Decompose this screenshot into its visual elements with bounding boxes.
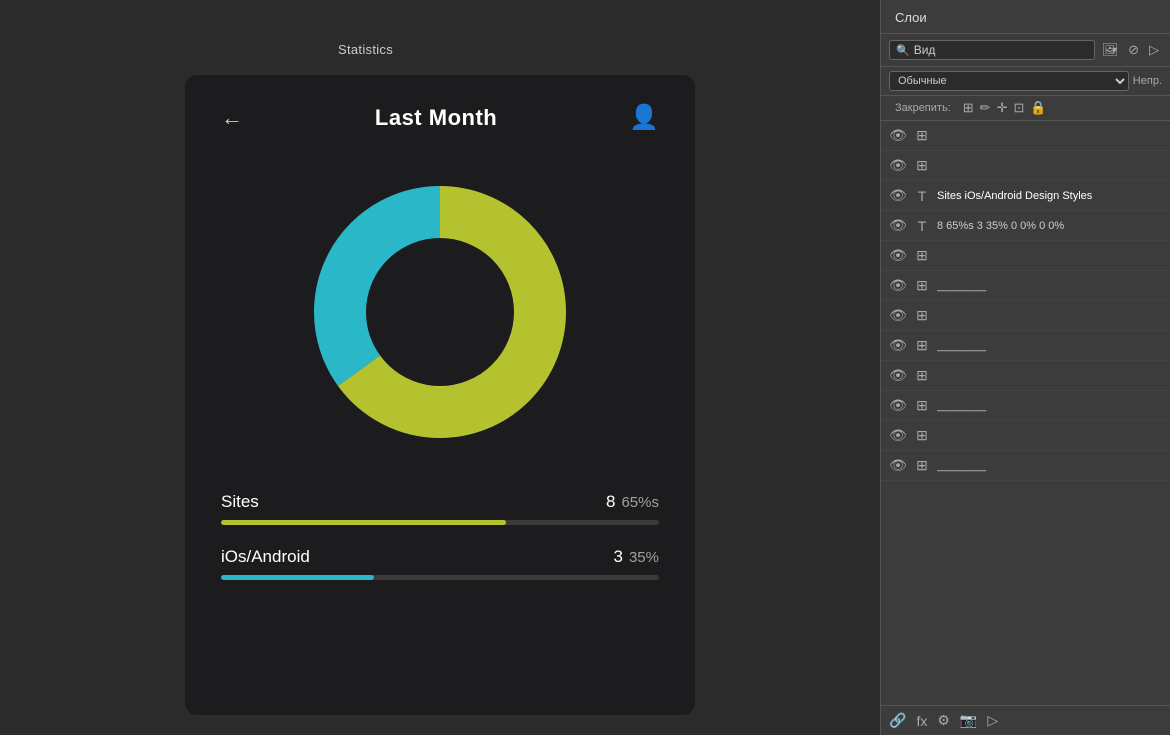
layer-item[interactable]: 👁 ⊞ (881, 301, 1170, 331)
progress-bar-sites-fill (221, 520, 506, 525)
layer-text-icon: T (913, 218, 931, 234)
fx-icon[interactable]: fx (916, 713, 927, 729)
layer-name: 8 65%s 3 35% 0 0% 0 0% (937, 220, 1162, 232)
stat-number-ios: 3 (614, 547, 623, 567)
stat-percent-ios: 35% (629, 549, 659, 566)
search-icon: 🔍 (896, 44, 910, 57)
layer-visibility-icon[interactable]: 👁 (889, 427, 907, 444)
layer-item[interactable]: 👁 ⊞ (881, 361, 1170, 391)
lock-pixels-icon[interactable]: ⊞ (963, 100, 974, 116)
user-icon[interactable]: 👤 (629, 103, 659, 132)
layer-item[interactable]: 👁 ⊞ ________ (881, 391, 1170, 421)
lock-label: Закрепить: (895, 102, 951, 114)
lock-move-icon[interactable]: ✛ (997, 100, 1008, 116)
layer-item[interactable]: 👁 ⊞ (881, 151, 1170, 181)
stat-header-ios: iOs/Android 3 35% (221, 547, 659, 567)
folder-icon[interactable]: ▷ (987, 712, 998, 729)
layer-name: ________ (937, 340, 1162, 352)
lock-all-icon[interactable]: 🔒 (1030, 100, 1046, 116)
layer-shape-icon: ⊞ (913, 247, 931, 264)
donut-chart (300, 172, 580, 452)
layers-second-row: Обычные Непр. (881, 67, 1170, 96)
layer-visibility-icon[interactable]: 👁 (889, 217, 907, 234)
blend-mode-dropdown[interactable]: Обычные (889, 71, 1129, 91)
lock-row: Закрепить: ⊞ ✏ ✛ ⊡ 🔒 (881, 96, 1170, 121)
layer-shape-icon: ⊞ (913, 157, 931, 174)
layer-visibility-icon[interactable]: 👁 (889, 397, 907, 414)
layer-visibility-icon[interactable]: 👁 (889, 277, 907, 294)
layer-name: ________ (937, 460, 1162, 472)
layers-panel-title: Слои (881, 0, 1170, 34)
phone-card: ← Last Month 👤 (185, 75, 695, 715)
lock-icons: ⊞ ✏ ✛ ⊡ 🔒 (963, 100, 1047, 116)
layers-panel: Слои 🔍 🖼 ⊘ ▷ Обычные Непр. Закрепить: ⊞ … (880, 0, 1170, 735)
layer-item[interactable]: 👁 ⊞ (881, 121, 1170, 151)
layer-text-icon: T (913, 188, 931, 204)
opacity-label: Непр. (1133, 75, 1162, 87)
layer-item[interactable]: 👁 T Sites iOs/Android Design Styles (881, 181, 1170, 211)
layer-shape-icon: ⊞ (913, 397, 931, 414)
layer-visibility-icon[interactable]: 👁 (889, 457, 907, 474)
layer-shape-icon: ⊞ (913, 427, 931, 444)
page-title: Last Month (375, 105, 497, 131)
layers-bottom: 🔗 fx ⚙ 📷 ▷ (881, 705, 1170, 735)
layers-toolbar: 🔍 🖼 ⊘ ▷ (881, 34, 1170, 67)
stats-section: Sites 8 65%s iOs/Android 3 35% (185, 482, 695, 632)
layer-visibility-icon[interactable]: 👁 (889, 337, 907, 354)
progress-bar-ios-fill (221, 575, 374, 580)
layer-item[interactable]: 👁 T 8 65%s 3 35% 0 0% 0 0% (881, 211, 1170, 241)
layer-shape-icon: ⊞ (913, 127, 931, 144)
layers-filter-icon[interactable]: ⊘ (1125, 40, 1142, 60)
stat-row-ios: iOs/Android 3 35% (221, 547, 659, 580)
stat-label-sites: Sites (221, 492, 259, 512)
card-header: ← Last Month 👤 (185, 75, 695, 152)
statistics-label: Statistics (338, 42, 393, 57)
layer-shape-icon: ⊞ (913, 367, 931, 384)
view-dropdown-wrap: 🖼 (1099, 40, 1122, 60)
progress-bar-sites-bg (221, 520, 659, 525)
layer-name: ________ (937, 400, 1162, 412)
stat-header-sites: Sites 8 65%s (221, 492, 659, 512)
layer-shape-icon: ⊞ (913, 337, 931, 354)
layer-name: Sites iOs/Android Design Styles (937, 190, 1162, 202)
stat-row-sites: Sites 8 65%s (221, 492, 659, 525)
layer-visibility-icon[interactable]: 👁 (889, 127, 907, 144)
donut-inner-circle (367, 239, 513, 385)
layers-search[interactable]: 🔍 (889, 40, 1095, 60)
stat-number-sites: 8 (606, 492, 615, 512)
back-button[interactable]: ← (221, 105, 243, 131)
canvas-area: Statistics ← Last Month 👤 (0, 0, 880, 735)
layer-item[interactable]: 👁 ⊞ (881, 241, 1170, 271)
layer-item[interactable]: 👁 ⊞ (881, 421, 1170, 451)
layer-shape-icon: ⊞ (913, 277, 931, 294)
layer-visibility-icon[interactable]: 👁 (889, 367, 907, 384)
lock-paint-icon[interactable]: ✏ (980, 100, 991, 116)
link-icon[interactable]: 🔗 (889, 712, 906, 729)
adjustment-icon[interactable]: ⚙ (937, 712, 950, 729)
layer-item[interactable]: 👁 ⊞ ________ (881, 331, 1170, 361)
layers-more-icon[interactable]: ▷ (1146, 40, 1162, 60)
layers-search-input[interactable] (914, 43, 1088, 57)
layer-visibility-icon[interactable]: 👁 (889, 307, 907, 324)
layer-shape-icon: ⊞ (913, 307, 931, 324)
layer-shape-icon: ⊞ (913, 457, 931, 474)
layer-visibility-icon[interactable]: 👁 (889, 157, 907, 174)
mask-icon[interactable]: 📷 (960, 712, 977, 729)
lock-artboard-icon[interactable]: ⊡ (1013, 100, 1024, 116)
stat-values-ios: 3 35% (614, 547, 660, 567)
layer-visibility-icon[interactable]: 👁 (889, 187, 907, 204)
stat-percent-sites: 65%s (621, 494, 659, 511)
layer-visibility-icon[interactable]: 👁 (889, 247, 907, 264)
stat-values-sites: 8 65%s (606, 492, 659, 512)
progress-bar-ios-bg (221, 575, 659, 580)
chart-area (185, 152, 695, 482)
layer-name: ________ (937, 280, 1162, 292)
layer-item[interactable]: 👁 ⊞ ________ (881, 271, 1170, 301)
layers-list: 👁 ⊞ 👁 ⊞ 👁 T Sites iOs/Android Design Sty… (881, 121, 1170, 705)
layer-item[interactable]: 👁 ⊞ ________ (881, 451, 1170, 481)
layers-image-icon[interactable]: 🖼 (1099, 40, 1122, 60)
stat-label-ios: iOs/Android (221, 547, 310, 567)
